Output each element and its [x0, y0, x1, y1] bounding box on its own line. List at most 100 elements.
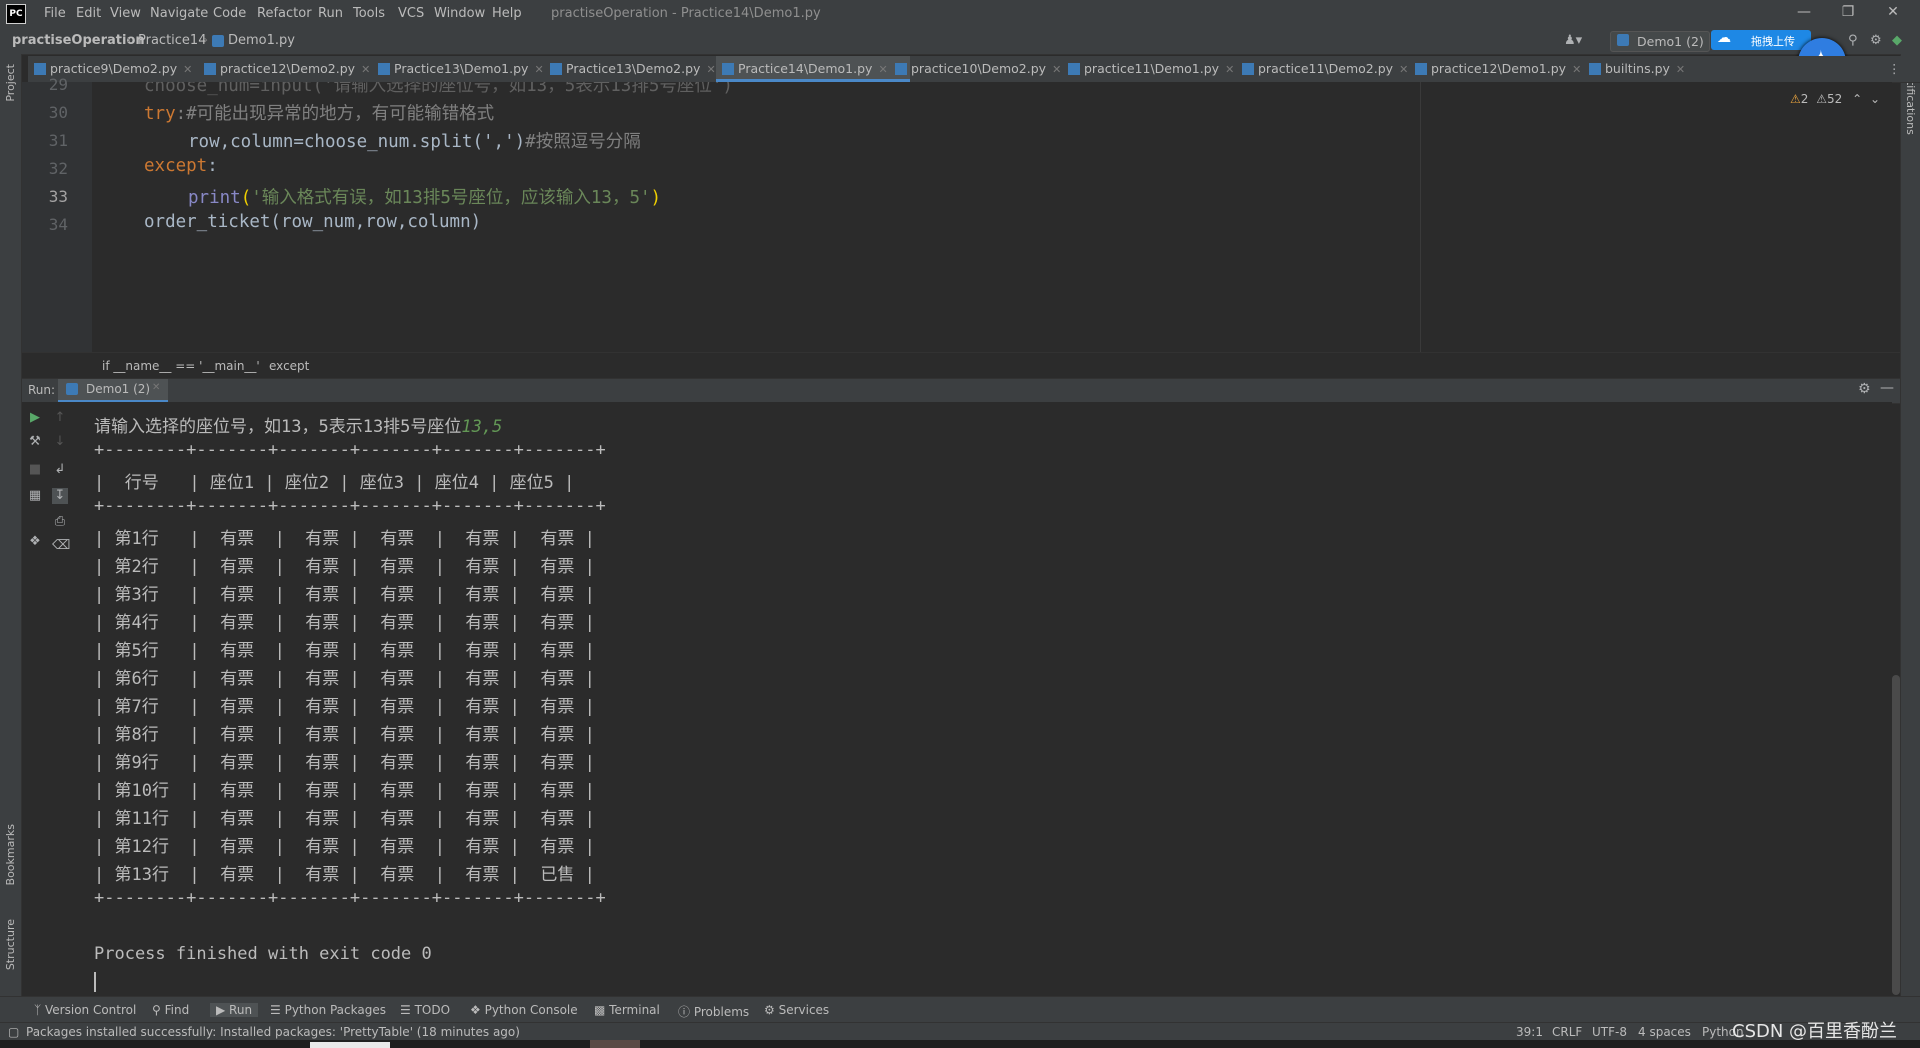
breadcrumb-except[interactable]: except [269, 359, 309, 373]
right-margin-guide [1420, 82, 1421, 352]
close-icon[interactable]: ✕ [1052, 63, 1061, 76]
tool-tab-version-control[interactable]: ᛉ Version Control [34, 1003, 136, 1017]
tool-tab-todo[interactable]: ☰ TODO [400, 1003, 450, 1017]
tab-practice11-demo2[interactable]: practice11\Demo2.py ✕ [1236, 56, 1408, 82]
console-user-input: 13,5 [461, 417, 503, 437]
bookmarks-tool-tab[interactable]: Bookmarks [4, 824, 17, 885]
soft-wrap-icon[interactable]: ↲ [52, 462, 68, 478]
layout-icon[interactable]: ▦ [27, 488, 43, 504]
close-icon[interactable]: ✕ [1399, 63, 1408, 76]
status-message[interactable]: Packages installed successfully: Install… [26, 1025, 520, 1039]
tool-tab-services[interactable]: ⚙ Services [764, 1003, 829, 1017]
caret-position[interactable]: 39:1 [1516, 1025, 1543, 1039]
tab-practice14-demo1[interactable]: Practice14\Demo1.py ✕ [716, 56, 910, 82]
breadcrumb-if-main[interactable]: if __name__ == '__main__' [102, 359, 260, 373]
chevron-up-icon[interactable]: ⌃ [1852, 92, 1862, 106]
taskbar-thumbnail [590, 1040, 640, 1048]
table-row: | 第10行 | 有票 | 有票 | 有票 | 有票 | 有票 | [94, 781, 595, 801]
menu-file[interactable]: File [44, 6, 66, 21]
close-icon[interactable]: ✕ [1225, 63, 1234, 76]
inspection-widget[interactable]: ⚠2 ⚠52 ⌃ ⌄ [1790, 92, 1880, 106]
trash-icon[interactable]: ⌫ [52, 538, 70, 554]
menu-run[interactable]: Run [318, 6, 343, 21]
scroll-to-end-icon[interactable]: ↧ [52, 488, 68, 504]
indent-setting[interactable]: 4 spaces [1638, 1025, 1691, 1039]
close-icon[interactable]: ✕ [878, 63, 887, 76]
gear-icon[interactable]: ⚙ [1858, 381, 1871, 397]
code-line-30: try:#可能出现异常的地方，有可能输错格式 [144, 100, 494, 125]
pin-icon[interactable]: ❖ [27, 534, 43, 550]
user-icon[interactable]: ♟▾ [1564, 33, 1582, 48]
list-icon: ☰ [400, 1003, 415, 1017]
close-icon[interactable]: ✕ [534, 63, 543, 76]
menu-tools[interactable]: Tools [353, 6, 385, 21]
menu-help[interactable]: Help [492, 6, 522, 21]
minimize-icon[interactable]: — [1792, 4, 1816, 24]
run-console-output[interactable]: 请输入选择的座位号，如13，5表示13排5号座位13,5 +--------+-… [82, 402, 1892, 996]
nav-folder[interactable]: Practice14 [138, 33, 206, 48]
menu-refactor[interactable]: Refactor [257, 6, 312, 21]
close-icon[interactable]: ✕ [1881, 4, 1905, 24]
tab-builtins[interactable]: builtins.py ✕ [1583, 56, 1685, 82]
chevron-down-icon[interactable]: ⌄ [1870, 92, 1880, 106]
menu-vcs[interactable]: VCS [398, 6, 424, 21]
file-encoding[interactable]: UTF-8 [1592, 1025, 1627, 1039]
tab-practice12-demo1[interactable]: practice12\Demo1.py ✕ [1409, 56, 1581, 82]
tool-tab-problems[interactable]: ⓘ Problems [678, 1003, 749, 1020]
upload-button[interactable]: ☁ 拖拽上传 [1711, 30, 1811, 50]
tool-tab-run[interactable]: ▶ Run [210, 1003, 259, 1017]
nav-file[interactable]: Demo1.py [228, 33, 295, 48]
menu-window[interactable]: Window [434, 6, 485, 21]
search-icon[interactable]: ⚲ [1848, 33, 1858, 48]
close-icon[interactable]: ✕ [1572, 63, 1581, 76]
restore-icon[interactable]: ❐ [1836, 4, 1860, 24]
tool-tab-find[interactable]: ⚲ Find [152, 1003, 189, 1017]
close-icon[interactable]: ✕ [706, 63, 715, 76]
editor-tab-bar: practice9\Demo2.py ✕ practice12\Demo2.py ✕… [28, 56, 1920, 83]
menu-view[interactable]: View [110, 6, 141, 21]
nav-project[interactable]: practiseOperation [12, 33, 145, 48]
close-icon[interactable]: ✕ [183, 63, 192, 76]
code-editor[interactable]: choose_num=input('请输入选择的座位号，如13，5表示13排5号… [92, 82, 1892, 352]
gear-icon[interactable]: ⚙ [1870, 33, 1882, 48]
tool-tab-terminal[interactable]: ▩ Terminal [594, 1003, 660, 1017]
python-file-icon [722, 63, 734, 75]
code-line-32: except: [144, 156, 218, 176]
run-config-select[interactable]: Demo1 (2) [1610, 31, 1710, 52]
console-scrollbar[interactable] [1892, 675, 1900, 995]
close-icon[interactable]: ✕ [361, 63, 370, 76]
menu-navigate[interactable]: Navigate [150, 6, 208, 21]
tool-tab-python-packages[interactable]: ☰ Python Packages [270, 1003, 386, 1017]
code-text: : [207, 156, 218, 176]
structure-tool-tab[interactable]: Structure [4, 919, 17, 970]
line-separator[interactable]: CRLF [1552, 1025, 1582, 1039]
title-bar: PC File Edit View Navigate Code Refactor… [0, 0, 1920, 28]
wrench-icon[interactable]: ⚒ [27, 434, 43, 450]
status-window-icon[interactable]: ▢ [8, 1025, 19, 1039]
menu-edit[interactable]: Edit [76, 6, 101, 21]
tab-practice13-demo1[interactable]: Practice13\Demo1.py ✕ [372, 56, 544, 82]
hide-icon[interactable]: — [1880, 380, 1894, 396]
jetbrains-icon[interactable]: ◆ [1892, 33, 1902, 48]
tab-practice13-demo2[interactable]: Practice13\Demo2.py ✕ [544, 56, 716, 82]
rerun-icon[interactable]: ▶ [27, 410, 43, 426]
project-tool-tab[interactable]: Project [4, 64, 17, 102]
line-number: 34 [48, 215, 68, 234]
text-cursor [94, 972, 96, 992]
close-icon[interactable]: ✕ [1676, 63, 1685, 76]
more-tabs-icon[interactable]: ⋮ [1888, 56, 1901, 82]
menu-code[interactable]: Code [213, 6, 246, 21]
code-breadcrumb: if __name__ == '__main__' except [22, 352, 1900, 379]
tab-practice12-demo2[interactable]: practice12\Demo2.py ✕ [198, 56, 370, 82]
chevron-right-icon: › [126, 33, 132, 48]
tab-practice11-demo1[interactable]: practice11\Demo1.py ✕ [1062, 56, 1234, 82]
tool-tab-python-console[interactable]: ❖ Python Console [470, 1003, 578, 1017]
stop-icon[interactable]: ■ [27, 462, 43, 478]
tab-practice10-demo2[interactable]: practice10\Demo2.py ✕ [889, 56, 1061, 82]
arrow-down-icon[interactable]: ↓ [52, 434, 68, 450]
run-tab-demo1[interactable]: Demo1 (2) ✕ [58, 379, 168, 403]
process-finished-line: Process finished with exit code 0 [94, 944, 432, 964]
arrow-up-icon[interactable]: ↑ [52, 410, 68, 426]
print-icon[interactable]: ⎙ [52, 514, 68, 530]
close-icon[interactable]: ✕ [152, 382, 160, 393]
